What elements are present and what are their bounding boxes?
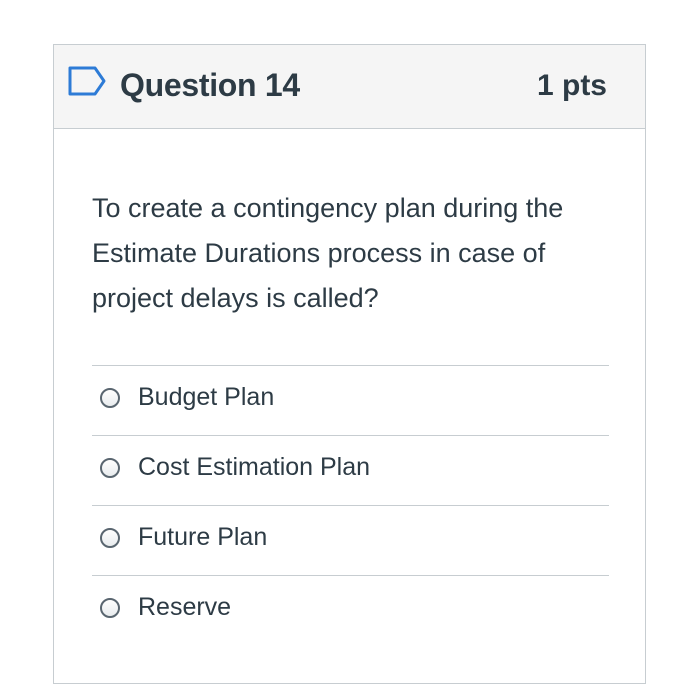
answer-option[interactable]: Future Plan <box>92 505 609 575</box>
answer-label[interactable]: Reserve <box>138 593 231 622</box>
answer-list: Budget Plan Cost Estimation Plan Future … <box>92 365 609 645</box>
answer-option[interactable]: Cost Estimation Plan <box>92 435 609 505</box>
question-card: Question 14 1 pts To create a contingenc… <box>53 44 646 684</box>
radio-button[interactable] <box>100 528 120 548</box>
radio-button[interactable] <box>100 598 120 618</box>
question-prompt: To create a contingency plan during the … <box>92 193 564 313</box>
question-header: Question 14 1 pts <box>54 45 645 129</box>
answer-option[interactable]: Budget Plan <box>92 365 609 435</box>
answer-label[interactable]: Cost Estimation Plan <box>138 453 370 482</box>
answer-label[interactable]: Future Plan <box>138 523 267 552</box>
answer-label[interactable]: Budget Plan <box>138 383 274 412</box>
question-title: Question 14 <box>120 67 300 103</box>
radio-button[interactable] <box>100 388 120 408</box>
bookmark-flag-icon[interactable] <box>68 65 108 97</box>
radio-button[interactable] <box>100 458 120 478</box>
question-points: 1 pts <box>536 69 607 102</box>
answer-option[interactable]: Reserve <box>92 575 609 645</box>
